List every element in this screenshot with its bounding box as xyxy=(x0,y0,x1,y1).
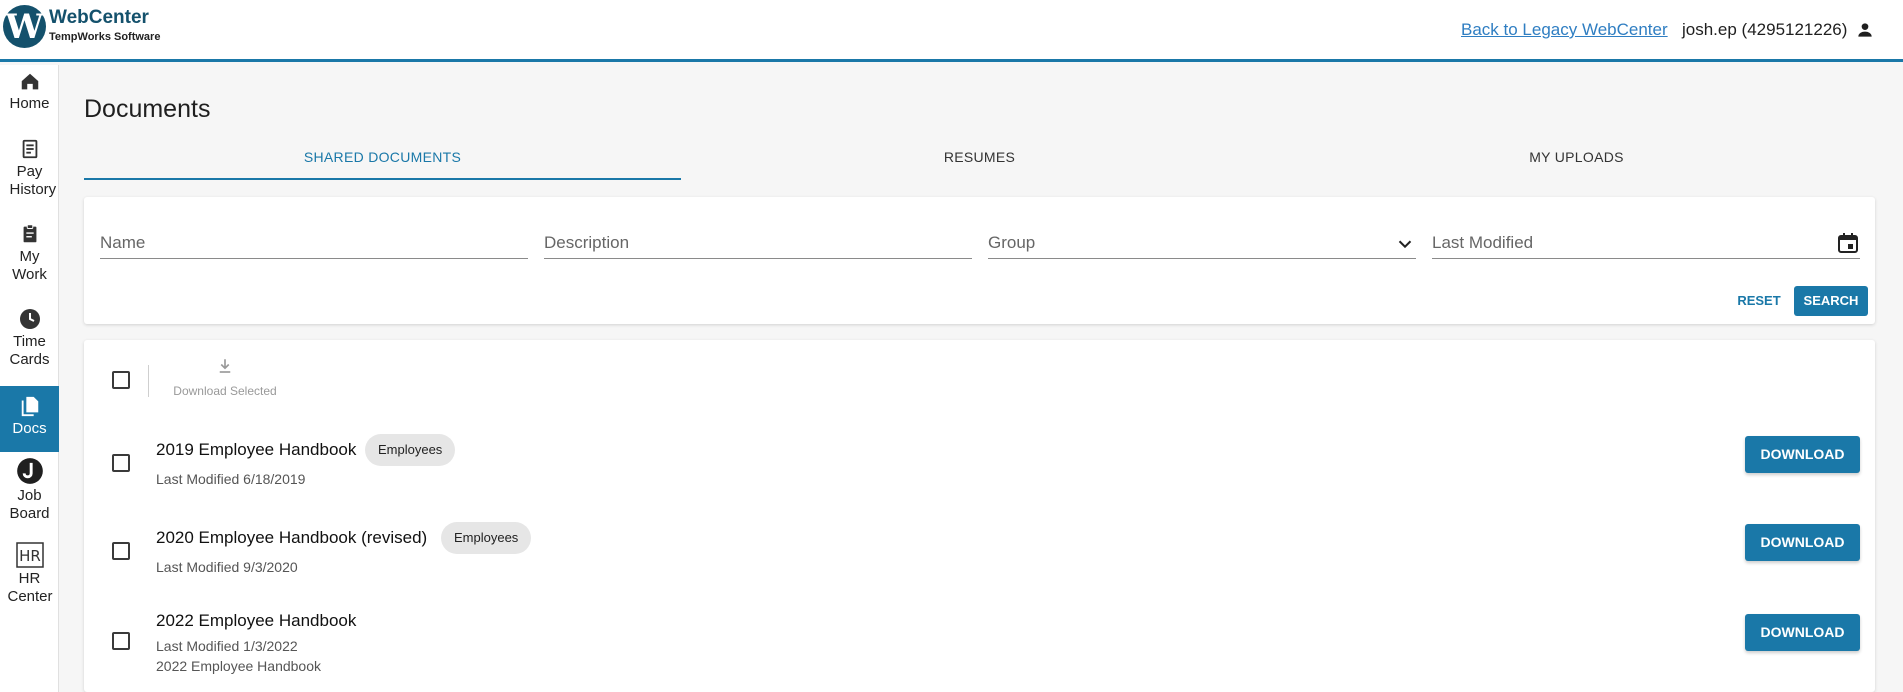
hr-icon: HR xyxy=(15,542,44,568)
clock-icon xyxy=(19,309,40,329)
job-board-icon xyxy=(16,458,43,484)
documents-icon xyxy=(21,396,38,417)
sidebar-item-pay-history[interactable]: Pay History xyxy=(0,137,59,207)
toolbar-divider xyxy=(148,365,149,397)
clipboard-icon xyxy=(23,224,36,243)
sidebar-item-docs[interactable]: Docs xyxy=(0,386,59,452)
logo-badge: W xyxy=(3,5,46,48)
calendar-icon[interactable] xyxy=(1836,231,1860,255)
download-button[interactable]: DOWNLOAD xyxy=(1745,524,1860,561)
logo-title: WebCenter xyxy=(49,6,149,28)
sidebar-item-time-cards[interactable]: Time Cards xyxy=(0,307,59,377)
document-description: 2022 Employee Handbook xyxy=(156,658,322,674)
document-name: 2020 Employee Handbook (revised) xyxy=(156,528,428,547)
document-name: 2022 Employee Handbook xyxy=(156,611,357,630)
document-checkbox[interactable] xyxy=(112,542,130,560)
receipt-icon xyxy=(22,139,37,159)
user-name: josh.ep (4295121226) xyxy=(1682,20,1848,39)
sidebar-item-label: Job Board xyxy=(9,487,50,522)
name-field-label: Name xyxy=(100,233,146,252)
document-list: Download Selected 2019 Employee Handbook… xyxy=(84,340,1875,692)
list-item: 2020 Employee Handbook (revised) Employe… xyxy=(84,522,1875,594)
logo-text: WebCenter TempWorks Software xyxy=(49,6,161,44)
sidebar: Home Pay History My Work Time Cards Docs… xyxy=(0,65,59,692)
sidebar-item-hr-center[interactable]: HR HR Center xyxy=(0,542,59,614)
page-title: Documents xyxy=(84,95,211,123)
sidebar-item-label: Time Cards xyxy=(9,333,50,368)
back-to-legacy-link[interactable]: Back to Legacy WebCenter xyxy=(1461,20,1668,40)
description-field-label: Description xyxy=(544,233,630,252)
document-tabs: SHARED DOCUMENTS RESUMES MY UPLOADS xyxy=(84,140,1875,180)
person-icon xyxy=(1858,23,1873,37)
sidebar-item-my-work[interactable]: My Work xyxy=(0,222,59,292)
sidebar-item-home[interactable]: Home xyxy=(0,71,59,127)
filter-panel: Name Description Group Last Modified RES… xyxy=(84,197,1875,324)
tab-my-uploads[interactable]: MY UPLOADS xyxy=(1278,140,1875,180)
group-chip: Employees xyxy=(441,522,532,554)
sidebar-item-label: Docs xyxy=(12,420,47,437)
document-last-modified: Last Modified 9/3/2020 xyxy=(156,559,298,575)
download-selected-button[interactable]: Download Selected xyxy=(164,356,286,398)
tab-shared-documents[interactable]: SHARED DOCUMENTS xyxy=(84,140,681,180)
download-button[interactable]: DOWNLOAD xyxy=(1745,614,1860,651)
download-selected-label: Download Selected xyxy=(173,384,277,398)
document-checkbox[interactable] xyxy=(112,632,130,650)
name-field[interactable]: Name xyxy=(100,229,528,259)
list-item: 2022 Employee Handbook Last Modified 1/3… xyxy=(84,610,1875,690)
group-select[interactable]: Group xyxy=(988,229,1416,259)
sidebar-item-label: HR Center xyxy=(7,570,53,605)
logo[interactable]: W WebCenter TempWorks Software xyxy=(3,5,160,48)
home-icon xyxy=(21,73,38,90)
logo-subtitle: TempWorks Software xyxy=(49,30,161,43)
group-select-label: Group xyxy=(988,233,1036,252)
top-bar: W WebCenter TempWorks Software Back to L… xyxy=(0,0,1903,62)
document-checkbox[interactable] xyxy=(112,454,130,472)
group-chip: Employees xyxy=(365,434,456,466)
document-name: 2019 Employee Handbook xyxy=(156,440,357,459)
reset-button[interactable]: RESET xyxy=(1724,286,1794,316)
sidebar-item-label: Pay History xyxy=(9,163,57,198)
last-modified-field-label: Last Modified xyxy=(1432,233,1534,252)
document-last-modified: Last Modified 1/3/2022 xyxy=(156,638,298,654)
description-field[interactable]: Description xyxy=(544,229,972,259)
sidebar-item-job-board[interactable]: Job Board xyxy=(0,457,59,529)
download-button[interactable]: DOWNLOAD xyxy=(1745,436,1860,473)
user-menu[interactable]: josh.ep (4295121226) xyxy=(1682,20,1875,40)
select-all-checkbox[interactable] xyxy=(112,371,130,389)
tab-resumes[interactable]: RESUMES xyxy=(681,140,1278,180)
chevron-down-icon xyxy=(1398,240,1412,249)
search-button[interactable]: SEARCH xyxy=(1794,286,1868,316)
list-item: 2019 Employee Handbook Employees Last Mo… xyxy=(84,434,1875,506)
last-modified-field[interactable]: Last Modified xyxy=(1432,229,1860,259)
document-last-modified: Last Modified 6/18/2019 xyxy=(156,471,306,487)
sidebar-item-label: Home xyxy=(9,95,50,112)
hr-icon-text: HR xyxy=(19,547,41,565)
sidebar-item-label: My Work xyxy=(12,248,47,283)
download-icon xyxy=(219,359,231,373)
